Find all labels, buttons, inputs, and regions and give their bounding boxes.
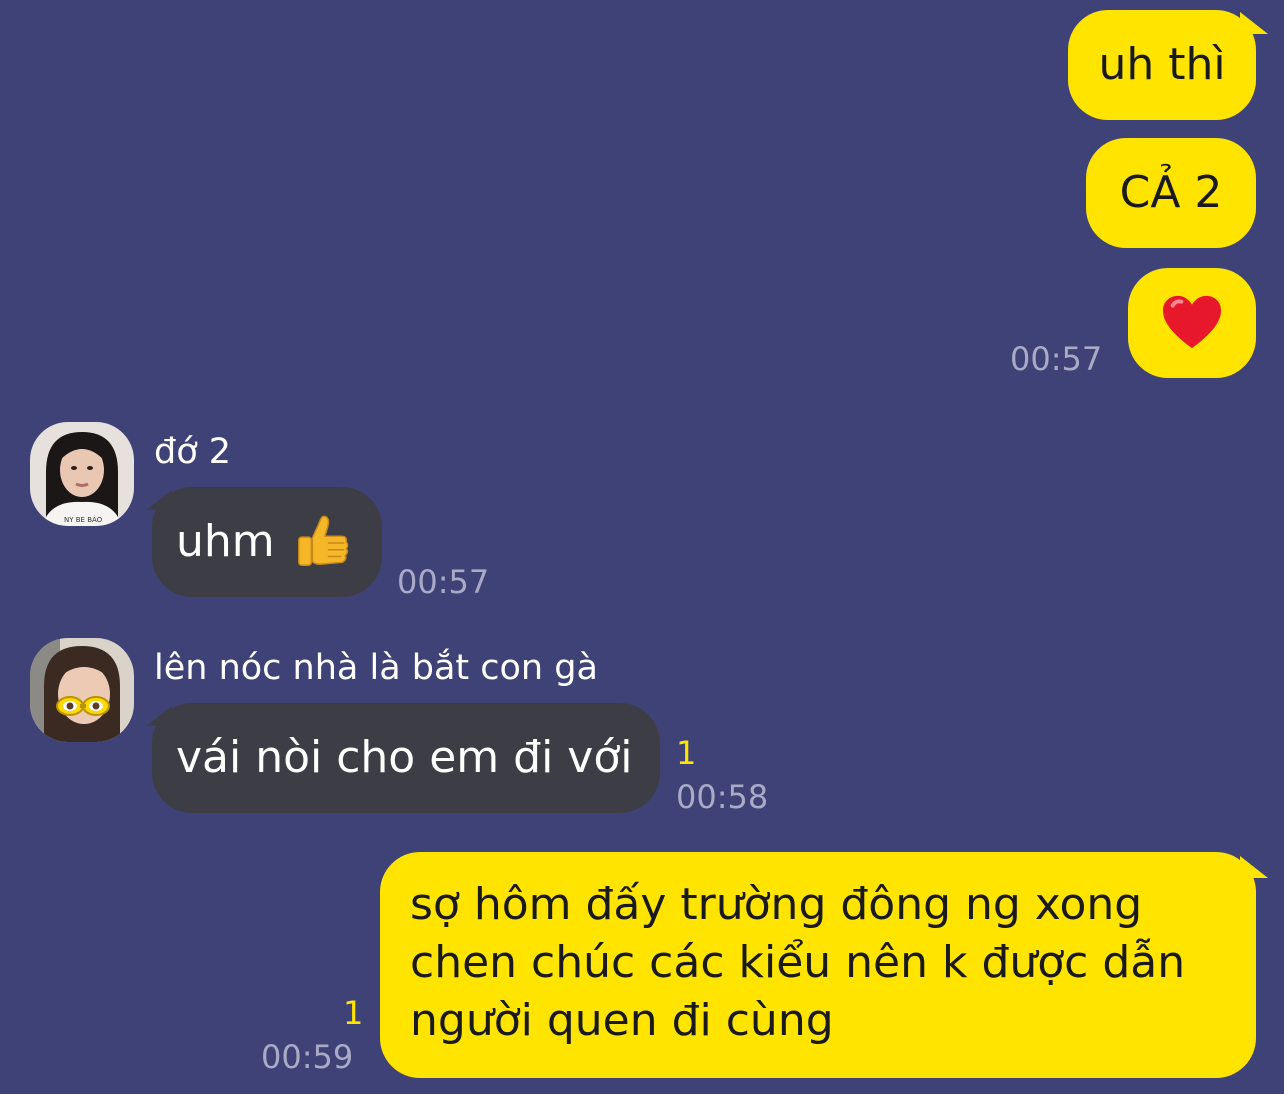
avatar[interactable]: NY BE BÁO xyxy=(30,422,134,526)
my-message-bubble[interactable]: CẢ 2 xyxy=(1086,138,1256,248)
message-timestamp: 00:58 xyxy=(676,778,769,816)
heart-emoji xyxy=(1163,295,1221,349)
their-message-bubble[interactable]: vái nòi cho em đi với xyxy=(152,703,660,813)
message-line: chen chúc các kiểu nên k được dẫn xyxy=(410,937,1186,988)
message-timestamp: 00:57 xyxy=(397,563,490,601)
my-message-bubble[interactable]: sợ hôm đấy trường đông ng xong chen chúc… xyxy=(380,852,1256,1078)
message-text: uhm xyxy=(176,516,275,567)
sender-name: lên nóc nhà là bắt con gà xyxy=(154,648,598,688)
thumbs-up-emoji xyxy=(297,515,349,566)
my-message-bubble[interactable] xyxy=(1128,268,1256,378)
message-timestamp: 00:59 xyxy=(261,1038,354,1076)
message-text: uh thì xyxy=(1098,39,1226,90)
sender-name: đớ 2 xyxy=(154,432,232,472)
their-message-bubble[interactable]: uhm xyxy=(152,487,382,597)
message-line: sợ hôm đấy trường đông ng xong xyxy=(410,879,1143,930)
unread-count: 1 xyxy=(676,734,697,772)
bubble-tail xyxy=(1240,12,1268,34)
bubble-tail xyxy=(1240,856,1268,878)
avatar[interactable] xyxy=(30,638,134,742)
message-text: vái nòi cho em đi với xyxy=(176,732,633,783)
svg-text:NY BE BÁO: NY BE BÁO xyxy=(64,515,103,524)
unread-count: 1 xyxy=(343,994,364,1032)
message-text: CẢ 2 xyxy=(1119,167,1223,218)
message-timestamp: 00:57 xyxy=(1010,340,1103,378)
message-line: người quen đi cùng xyxy=(410,995,834,1046)
my-message-bubble[interactable]: uh thì xyxy=(1068,10,1256,120)
